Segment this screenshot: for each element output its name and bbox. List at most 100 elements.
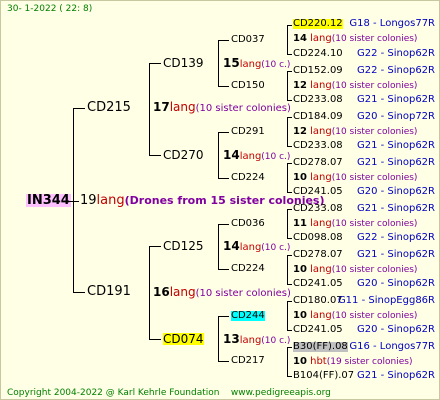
connector (149, 155, 161, 156)
gen2-name-4[interactable]: CD074 (163, 333, 204, 345)
gen4-count: 10 (293, 172, 307, 183)
gen3-bracket (287, 301, 288, 330)
root-name[interactable]: IN344 (26, 194, 71, 207)
gen4-info-2: 12 lang(10 sister colonies) (293, 81, 417, 91)
gen4-info-5: 11 lang(10 sister colonies) (293, 219, 417, 229)
gen2-info-3: 14lang(10 c.) (223, 240, 290, 253)
gen1-bracket (149, 246, 150, 339)
gen4-top-2[interactable]: CD152.09 (293, 66, 343, 76)
gen4-bot-1[interactable]: CD224.10 (293, 49, 343, 59)
gen3-name-6[interactable]: CD224 (231, 264, 265, 274)
gen4-count: 14 (293, 33, 307, 44)
connector (218, 224, 229, 225)
gen4-count: 12 (293, 126, 307, 137)
gen4-count: 11 (293, 218, 307, 229)
gen2-name-1[interactable]: CD139 (163, 57, 204, 69)
gen4-count: 10 (293, 356, 307, 367)
gen3-name-8[interactable]: CD217 (231, 356, 265, 366)
gen2-note: (10 c.) (261, 336, 291, 346)
gen1-note: (10 sister colonies) (195, 103, 291, 114)
gen4-botcode-1: G22 - Sinop62R (356, 48, 435, 59)
gen4-bot-5[interactable]: CD098.08 (293, 233, 343, 243)
gen1-name-2[interactable]: CD191 (87, 285, 131, 298)
connector (218, 178, 229, 179)
connector (287, 117, 292, 118)
connector (287, 209, 292, 210)
gen4-note: (10 sister colonies) (331, 127, 418, 137)
gen4-topcode-4: G21 - Sinop62R (356, 157, 435, 168)
gen2-name-3[interactable]: CD125 (163, 240, 204, 252)
gen4-top-8[interactable]: B30(FF).08 (293, 342, 348, 352)
pedigree-diagram: 30- 1-2022 ( 22: 8) Copyright 2004-2022 … (0, 0, 440, 400)
gen3-name-3[interactable]: CD291 (231, 127, 265, 137)
gen3-name-2[interactable]: CD150 (231, 81, 265, 91)
gen4-bot-4[interactable]: CD241.05 (293, 187, 343, 197)
gen4-topcode-8: G16 - Longos77R (349, 341, 435, 352)
connector (218, 40, 229, 41)
gen3-bracket (287, 163, 288, 192)
connector (287, 25, 292, 26)
connector (149, 63, 161, 64)
connector (287, 238, 292, 239)
gen2-bracket (218, 316, 219, 362)
gen4-topcode-7: G11 - SinopEgg86R (337, 295, 435, 306)
gen4-note: (10 sister colonies) (331, 311, 418, 321)
gen4-top-1[interactable]: CD220.12 (293, 19, 343, 29)
gen4-count: 10 (293, 310, 307, 321)
connector (287, 192, 292, 193)
gen4-top-7[interactable]: CD180.07 (293, 296, 343, 306)
gen2-bracket (218, 132, 219, 179)
gen4-botcode-8: G21 - Sinop62R (356, 370, 435, 381)
root-info: 19lang(Drones from 15 sister colonies) (80, 194, 325, 207)
gen4-note: (10 sister colonies) (331, 81, 418, 91)
gen2-name-2[interactable]: CD270 (163, 149, 204, 161)
gen2-count: 13 (223, 332, 240, 346)
gen3-bracket (287, 255, 288, 284)
gen4-info-3: 12 lang(10 sister colonies) (293, 127, 417, 137)
gen2-note: (10 c.) (261, 60, 291, 70)
gen1-info-2: 16lang(10 sister colonies) (153, 286, 291, 299)
gen4-bot-3[interactable]: CD233.08 (293, 141, 343, 151)
gen4-info-7: 10 lang(10 sister colonies) (293, 311, 417, 321)
connector (218, 361, 229, 362)
gen1-name-1[interactable]: CD215 (87, 101, 131, 114)
gen4-word: lang (310, 126, 332, 137)
gen4-bot-6[interactable]: CD241.05 (293, 279, 343, 289)
gen2-word: lang (239, 242, 262, 253)
gen4-topcode-2: G22 - Sinop62R (356, 65, 435, 76)
gen2-info-2: 14lang(10 c.) (223, 149, 290, 162)
gen4-bot-2[interactable]: CD233.08 (293, 95, 343, 105)
connector (287, 301, 292, 302)
gen4-top-5[interactable]: CD233.08 (293, 204, 343, 214)
connector (218, 132, 229, 133)
gen4-top-6[interactable]: CD278.07 (293, 250, 343, 260)
gen4-info-6: 10 lang(10 sister colonies) (293, 265, 417, 275)
gen2-bracket (218, 40, 219, 87)
gen4-topcode-5: G21 - Sinop62R (356, 203, 435, 214)
gen4-bot-8[interactable]: B104(FF).07 (293, 371, 354, 381)
gen3-bracket (287, 347, 288, 376)
connector (287, 163, 292, 164)
gen3-bracket (287, 25, 288, 54)
gen3-name-1[interactable]: CD037 (231, 35, 265, 45)
gen4-bot-7[interactable]: CD241.05 (293, 325, 343, 335)
gen2-count: 14 (223, 239, 240, 253)
gen4-info-8: 10 hbt(19 sister colonies) (293, 357, 412, 367)
gen3-name-4[interactable]: CD224 (231, 173, 265, 183)
connector (73, 292, 85, 293)
copyright-text: Copyright 2004-2022 @ Karl Kehrle Founda… (7, 389, 331, 398)
gen1-note: (10 sister colonies) (195, 288, 291, 299)
gen2-note: (10 c.) (261, 243, 291, 253)
gen4-info-1: 14 lang(10 sister colonies) (293, 34, 417, 44)
gen3-name-7[interactable]: CD244 (231, 311, 265, 321)
gen4-top-3[interactable]: CD184.09 (293, 112, 343, 122)
gen4-topcode-3: G20 - Sinop72R (356, 111, 435, 122)
gen3-name-5[interactable]: CD036 (231, 219, 265, 229)
gen4-word: hbt (310, 356, 327, 367)
site-url[interactable]: www.pedigreeapis.org (231, 388, 331, 398)
connector (218, 269, 229, 270)
gen4-top-4[interactable]: CD278.07 (293, 158, 343, 168)
root-count: 19 (80, 193, 97, 208)
connector (218, 316, 229, 317)
gen4-botcode-3: G21 - Sinop62R (356, 140, 435, 151)
